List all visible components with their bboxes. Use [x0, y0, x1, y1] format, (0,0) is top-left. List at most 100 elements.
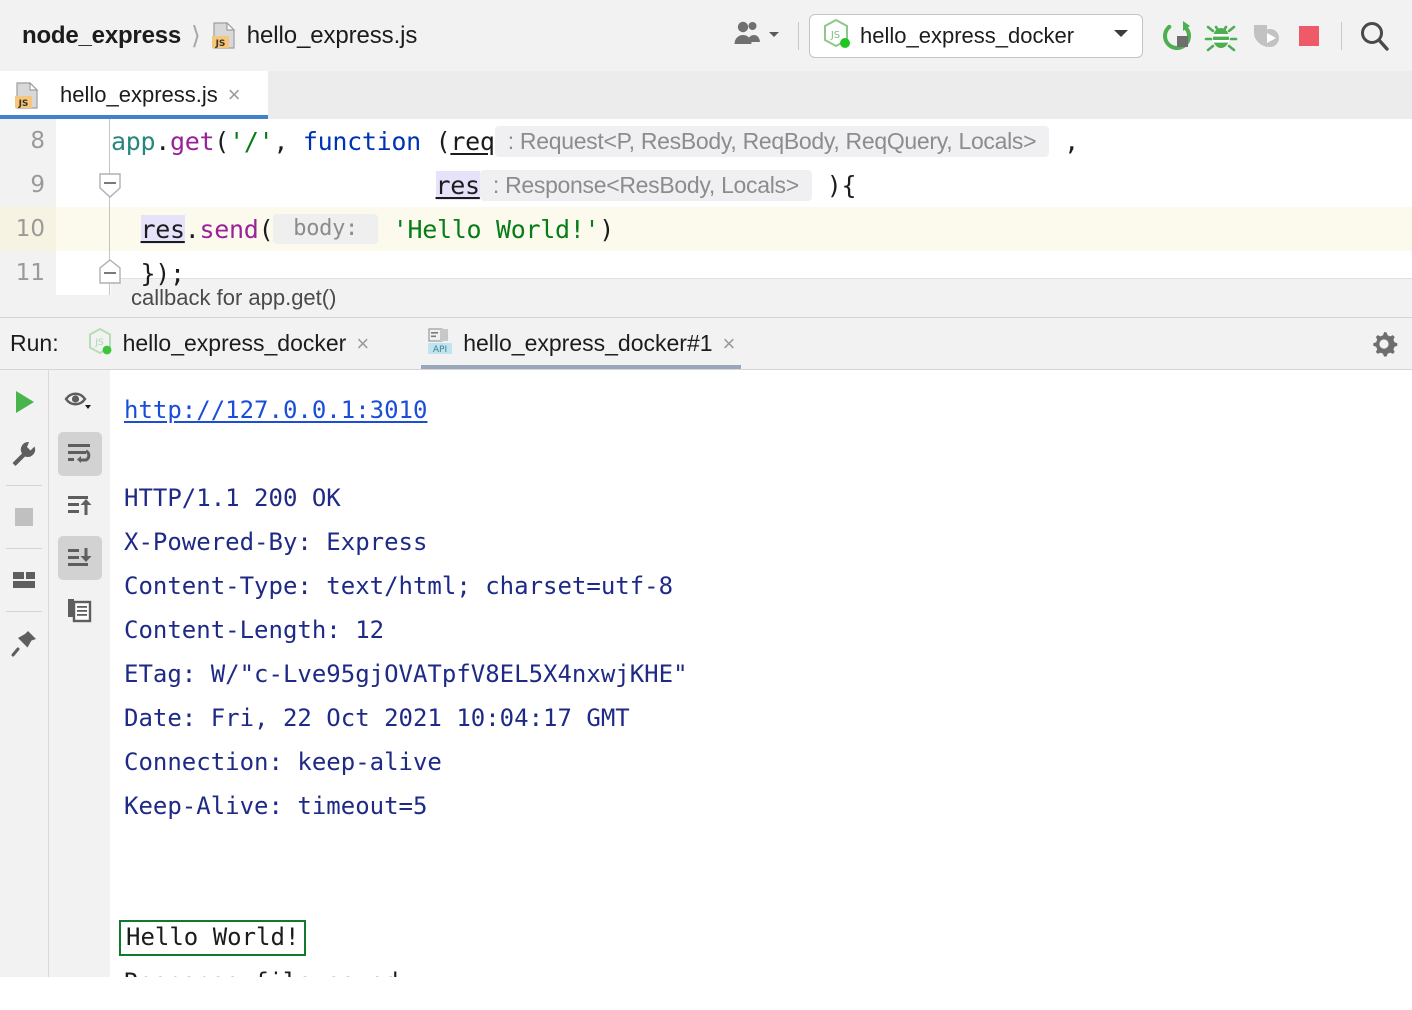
use-soft-wraps-button[interactable] — [58, 432, 102, 476]
breadcrumb-project[interactable]: node_express — [22, 22, 181, 50]
toolbar-separator — [6, 611, 42, 612]
console-line: Content-Type: text/html; charset=utf-8 — [124, 564, 1412, 608]
run-settings-button[interactable] — [1368, 318, 1400, 370]
code-method-send: send — [200, 215, 259, 244]
fold-gutter[interactable] — [56, 251, 111, 295]
code-line-content: res : Response<ResBody, Locals> ){ — [111, 163, 1412, 207]
code-line-content: app.get('/', function (req : Request<P, … — [111, 119, 1412, 163]
rerun-run-button[interactable] — [2, 380, 46, 424]
stop-button[interactable] — [1287, 14, 1331, 58]
code-line-content: res.send( body: 'Hello World!') — [111, 207, 1412, 251]
run-tool-window-body: http://127.0.0.1:3010 HTTP/1.1 200 OK X-… — [0, 370, 1412, 977]
editor-tab-hello-express-js[interactable]: JS hello_express.js × — [0, 71, 268, 119]
inlay-parameter-hint-body: body: — [273, 214, 378, 244]
code-token: app — [111, 127, 155, 156]
run-tab-hello-express-docker[interactable]: JS hello_express_docker × — [73, 318, 384, 369]
console-link[interactable]: http://127.0.0.1:3010 — [124, 396, 427, 424]
console-text: HTTP/1.1 200 OK — [124, 484, 341, 512]
line-number: 8 — [0, 119, 56, 163]
search-everywhere-button[interactable] — [1352, 14, 1396, 58]
fold-gutter[interactable] — [56, 163, 111, 207]
highlight-box-response-body: Hello World! — [119, 920, 306, 956]
svg-text:JS: JS — [830, 30, 840, 41]
code-token: , — [273, 127, 303, 156]
code-identifier-res[interactable]: res — [436, 171, 480, 200]
run-toolbar-console — [48, 370, 110, 977]
inlay-type-hint: : Request<P, ResBody, ReqBody, ReqQuery,… — [495, 126, 1050, 157]
edit-configuration-button[interactable] — [2, 432, 46, 476]
code-token: }); — [111, 259, 185, 288]
stop-process-button[interactable] — [2, 495, 46, 539]
code-line-content: }); — [111, 251, 1412, 295]
chevron-down-icon — [766, 27, 782, 45]
run-with-coverage-button[interactable] — [1243, 14, 1287, 58]
layout-button[interactable] — [2, 558, 46, 602]
run-configuration-label: hello_express_docker — [860, 23, 1100, 49]
console-line: HTTP/1.1 200 OK — [124, 476, 1412, 520]
console-text: X-Powered-By: Express — [124, 528, 427, 556]
rerun-icon — [1160, 19, 1194, 53]
fold-gutter[interactable] — [56, 207, 111, 251]
line-number: 10 — [0, 207, 56, 251]
code-line-11: 11 }); — [0, 251, 1412, 295]
code-token — [378, 215, 393, 244]
run-tab-label: hello_express_docker#1 — [463, 330, 712, 357]
editor-tab-label: hello_express.js — [60, 82, 218, 108]
console-line: Content-Length: 12 — [124, 608, 1412, 652]
console-text: Connection: keep-alive — [124, 748, 442, 776]
console-line: Keep-Alive: timeout=5 — [124, 784, 1412, 828]
console-text: ETag: W/"c-Lve95gjOVATpfV8EL5X4nxwjKHE" — [124, 660, 688, 688]
debug-button[interactable] — [1199, 14, 1243, 58]
main-toolbar: node_express ⟩ JS hello_express.js — [0, 0, 1412, 71]
console-text: Content-Type: text/html; charset=utf-8 — [124, 572, 673, 600]
code-identifier-req[interactable]: req — [450, 127, 494, 156]
user-accounts-button[interactable] — [726, 14, 788, 58]
rerun-button[interactable] — [1155, 14, 1199, 58]
run-tab-hello-express-docker-1[interactable]: API hello_express_docker#1 × — [413, 318, 749, 369]
coverage-icon — [1248, 19, 1282, 53]
code-token: get — [170, 127, 214, 156]
breadcrumb-file[interactable]: hello_express.js — [247, 22, 418, 50]
console-text: Date: Fri, 22 Oct 2021 10:04:17 GMT — [124, 704, 630, 732]
toolbar-divider — [798, 22, 799, 50]
fold-gutter[interactable] — [56, 119, 111, 163]
scroll-to-top-button[interactable] — [58, 484, 102, 528]
close-icon[interactable]: × — [723, 333, 736, 355]
run-console-output[interactable]: http://127.0.0.1:3010 HTTP/1.1 200 OK X-… — [110, 370, 1412, 977]
code-identifier-res[interactable]: res — [141, 215, 185, 244]
console-line: Date: Fri, 22 Oct 2021 10:04:17 GMT — [124, 696, 1412, 740]
toolbar-actions: JS hello_express_docker — [726, 0, 1412, 71]
print-button[interactable] — [58, 588, 102, 632]
eye-dropdown-icon — [63, 387, 97, 417]
run-tab-label: hello_express_docker — [123, 330, 347, 357]
code-indent — [111, 171, 436, 200]
run-configuration-selector[interactable]: JS hello_express_docker — [809, 14, 1143, 58]
code-token: '/' — [229, 127, 273, 156]
pin-tab-button[interactable] — [2, 621, 46, 665]
close-icon[interactable]: × — [356, 333, 369, 355]
code-editor[interactable]: 8 app.get('/', function (req : Request<P… — [0, 119, 1412, 278]
scroll-to-end-button[interactable] — [58, 536, 102, 580]
code-line-8: 8 app.get('/', function (req : Request<P… — [0, 119, 1412, 163]
run-tool-window-tabbar: Run: JS hello_express_docker × — [0, 318, 1412, 370]
nodejs-run-config-icon: JS — [822, 18, 850, 53]
pin-icon — [9, 628, 39, 658]
console-url-link: http://127.0.0.1:3010 — [124, 388, 1412, 432]
soft-wrap-preview-button[interactable] — [58, 380, 102, 424]
code-token: , — [1049, 127, 1079, 156]
code-indent — [111, 215, 141, 244]
code-string-literal: 'Hello World!' — [393, 215, 600, 244]
soft-wrap-icon — [65, 439, 95, 469]
code-line-10: 10 res.send( body: 'Hello World!') — [0, 207, 1412, 251]
run-toolbar-left — [0, 370, 48, 977]
debug-bug-icon — [1204, 19, 1238, 53]
svg-text:JS: JS — [94, 338, 104, 348]
console-line: ETag: W/"c-Lve95gjOVATpfV8EL5X4nxwjKHE" — [124, 652, 1412, 696]
code-token: ( — [259, 215, 274, 244]
console-response-body-line: Hello World! — [124, 916, 1412, 960]
close-icon[interactable]: × — [228, 84, 241, 106]
toolbar-separator — [6, 485, 42, 486]
code-token: ( — [214, 127, 229, 156]
run-tool-window-label: Run: — [0, 318, 73, 369]
layout-grid-icon — [9, 565, 39, 595]
